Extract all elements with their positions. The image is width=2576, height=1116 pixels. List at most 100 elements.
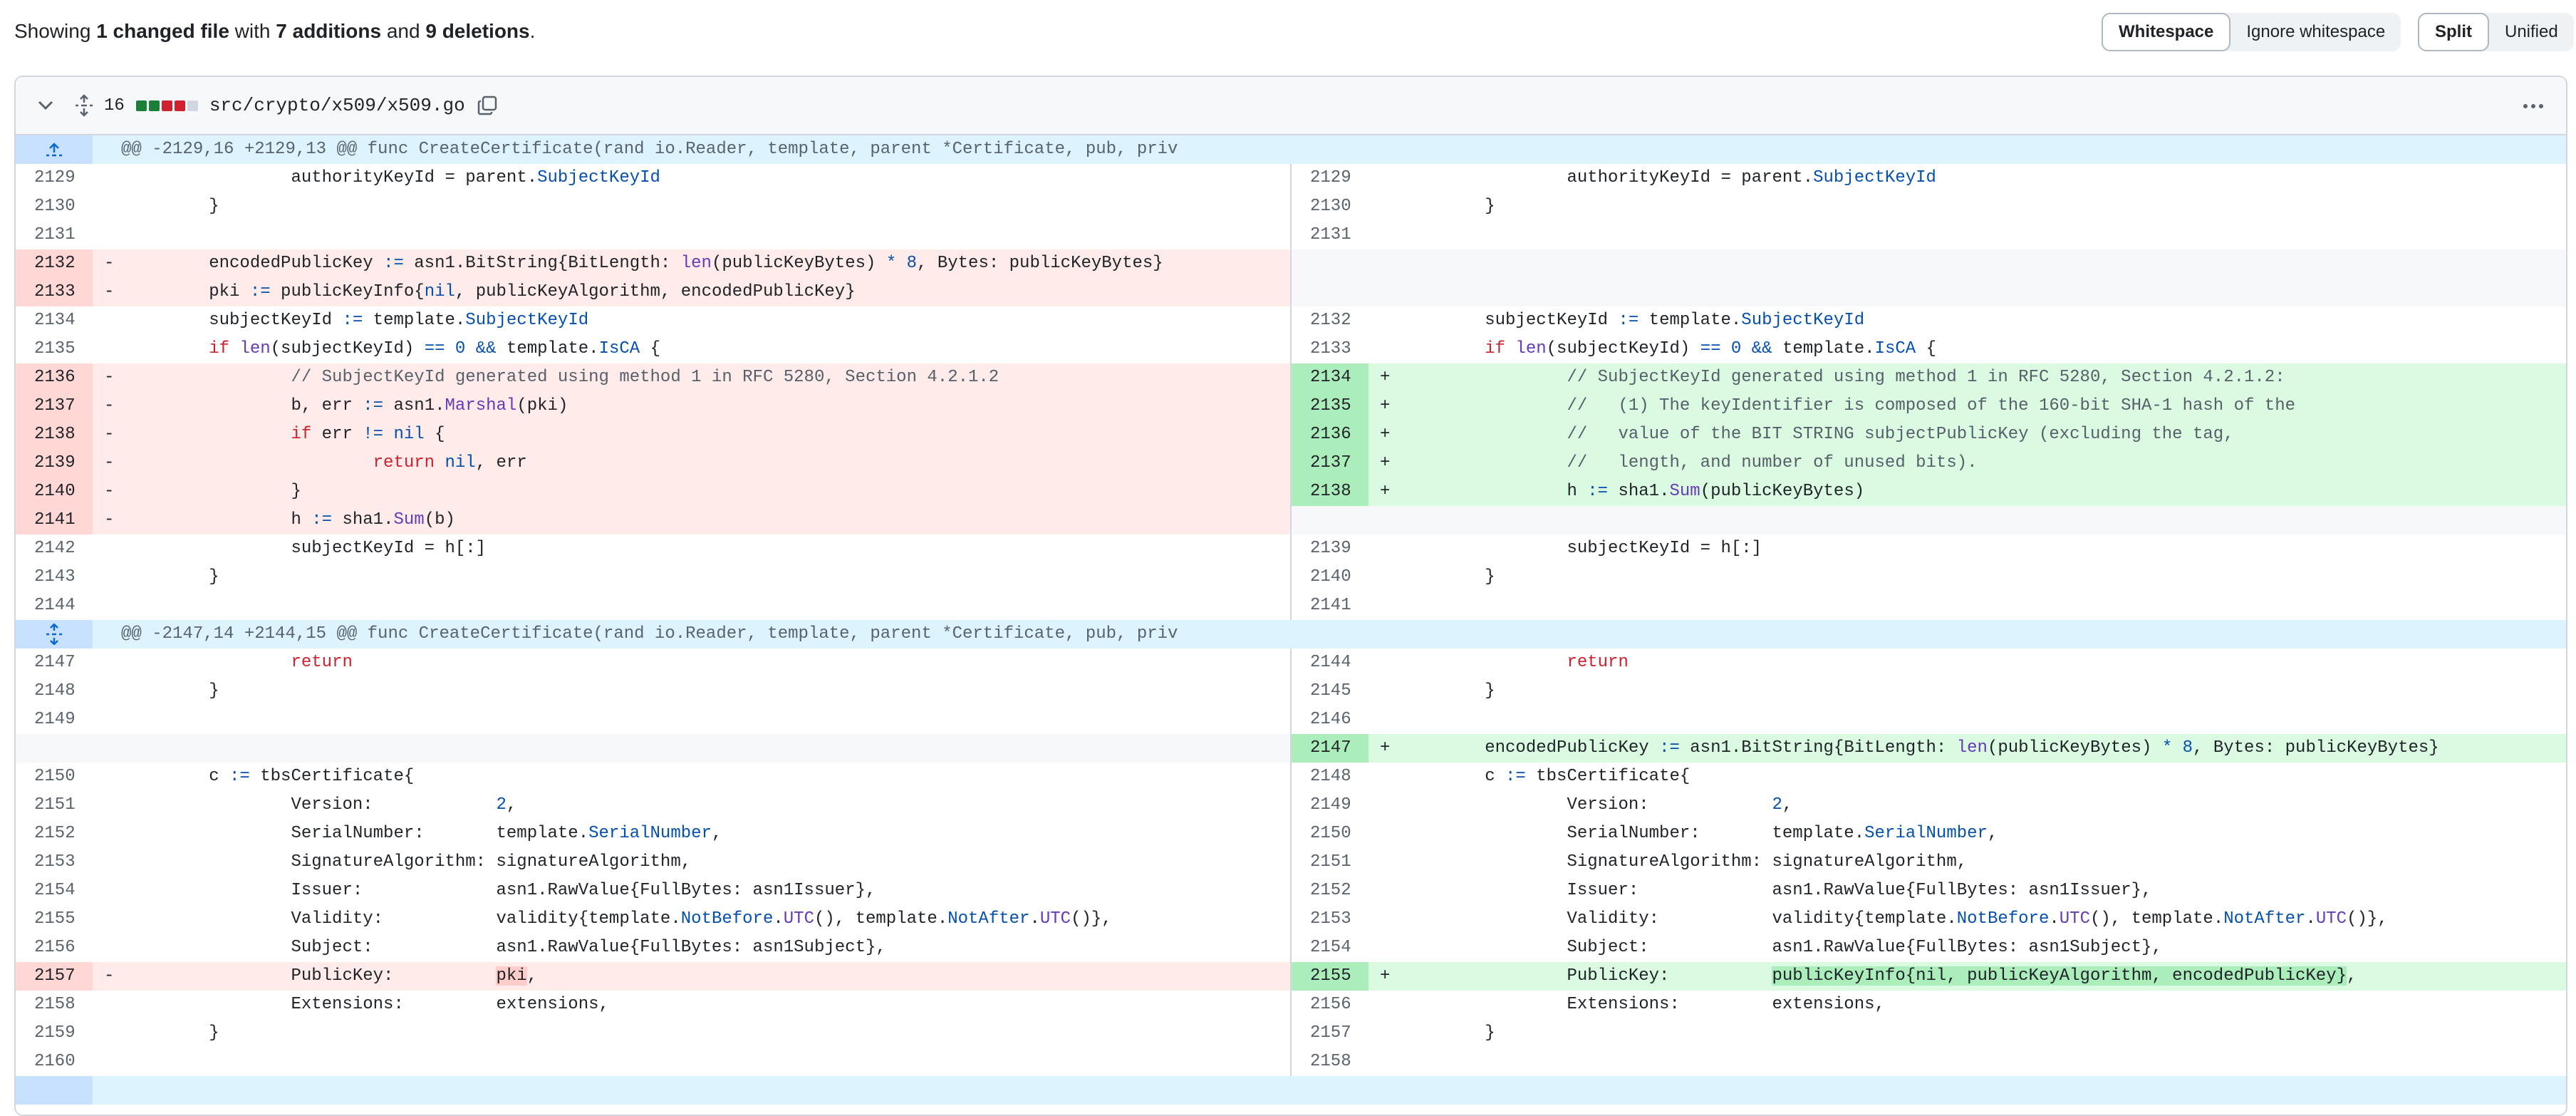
line-number[interactable]: 2143 [16, 563, 93, 591]
line-number[interactable]: 2130 [1292, 192, 1368, 221]
code-line: SerialNumber: template.SerialNumber, [1403, 824, 1998, 843]
hunk-header: @@ -2147,14 +2144,15 @@ func CreateCerti… [16, 620, 2566, 649]
code-line: subjectKeyId := template.SubjectKeyId [127, 311, 589, 330]
code-line: Version: 2, [1403, 795, 1793, 815]
line-number[interactable]: 2147 [16, 649, 93, 677]
line-number[interactable]: 2152 [16, 820, 93, 848]
line-number[interactable]: 2153 [16, 848, 93, 877]
line-number[interactable]: 2137 [1292, 449, 1368, 477]
line-number[interactable]: 2136 [16, 363, 93, 392]
line-number[interactable]: 2157 [1292, 1019, 1368, 1048]
line-number[interactable]: 2134 [16, 306, 93, 335]
line-number[interactable]: 2138 [1292, 477, 1368, 506]
split-view-button[interactable]: Split [2418, 13, 2489, 51]
code-line: // SubjectKeyId generated using method 1… [1403, 363, 2566, 392]
code-line: return [291, 653, 353, 672]
file-diff: 16 src/crypto/x509/x509.go @@ -2129,16 +… [14, 76, 2567, 1116]
line-number[interactable]: 2156 [1292, 991, 1368, 1019]
line-number[interactable]: 2147 [1292, 734, 1368, 763]
line-number[interactable]: 2157 [16, 962, 93, 991]
diff-row: 2159 } 2157 } [16, 1019, 2566, 1048]
line-number[interactable]: 2137 [16, 392, 93, 420]
code-line: Validity: validity{template.NotBefore.UT… [127, 909, 1112, 929]
line-number[interactable]: 2129 [16, 164, 93, 192]
diff-row: 2135 if len(subjectKeyId) == 0 && templa… [16, 335, 2566, 363]
unified-view-button[interactable]: Unified [2489, 13, 2574, 51]
hunk-header-text: @@ -2147,14 +2144,15 @@ func CreateCerti… [121, 624, 1178, 644]
summary-files: 1 changed file [96, 20, 229, 42]
line-number[interactable]: 2154 [16, 877, 93, 905]
whitespace-toggle: Whitespace Ignore whitespace [2102, 13, 2401, 51]
whitespace-button[interactable]: Whitespace [2102, 13, 2231, 51]
line-number[interactable]: 2151 [16, 791, 93, 820]
hunk-header-text: @@ -2129,16 +2129,13 @@ func CreateCerti… [121, 140, 1178, 159]
expand-all-icon[interactable] [74, 94, 94, 117]
line-number[interactable]: 2139 [1292, 534, 1368, 563]
line-number[interactable]: 2155 [1292, 962, 1368, 991]
line-number[interactable]: 2158 [1292, 1048, 1368, 1076]
kebab-menu-icon[interactable] [2522, 95, 2545, 117]
line-number[interactable]: 2130 [16, 192, 93, 221]
code-line: } [127, 477, 1290, 506]
line-number[interactable]: 2144 [1292, 649, 1368, 677]
code-line: // (1) The keyIdentifier is composed of … [1403, 392, 2566, 420]
line-number[interactable]: 2149 [1292, 791, 1368, 820]
diff-summary: Showing 1 changed file with 7 additions … [14, 19, 535, 44]
line-number[interactable]: 2150 [16, 763, 93, 791]
line-number[interactable]: 2140 [1292, 563, 1368, 591]
line-number[interactable]: 2131 [16, 221, 93, 249]
line-number[interactable]: 2134 [1292, 363, 1368, 392]
chevron-down-icon[interactable] [37, 97, 54, 114]
line-number[interactable]: 2153 [1292, 905, 1368, 934]
diff-row: 2136- // SubjectKeyId generated using me… [16, 363, 2566, 392]
line-number[interactable]: 2148 [1292, 763, 1368, 791]
line-number[interactable]: 2129 [1292, 164, 1368, 192]
line-number[interactable]: 2151 [1292, 848, 1368, 877]
view-toggle: Split Unified [2418, 13, 2574, 51]
line-number[interactable]: 2152 [1292, 877, 1368, 905]
ignore-whitespace-button[interactable]: Ignore whitespace [2230, 13, 2401, 51]
line-number[interactable]: 2154 [1292, 934, 1368, 962]
line-number[interactable]: 2160 [16, 1048, 93, 1076]
line-number[interactable]: 2158 [16, 991, 93, 1019]
line-number[interactable]: 2132 [1292, 306, 1368, 335]
expand-both-icon[interactable] [16, 620, 93, 649]
code-line: subjectKeyId = h[:] [1403, 539, 1762, 558]
code-line: h := sha1.Sum(publicKeyBytes) [1403, 477, 2566, 506]
line-number[interactable]: 2132 [16, 249, 93, 278]
line-number[interactable]: 2156 [16, 934, 93, 962]
line-number[interactable]: 2146 [1292, 706, 1368, 734]
line-number[interactable]: 2135 [16, 335, 93, 363]
diff-row: 2160 2158 [16, 1048, 2566, 1076]
line-number[interactable]: 2135 [1292, 392, 1368, 420]
line-number[interactable]: 2159 [16, 1019, 93, 1048]
code-line: Validity: validity{template.NotBefore.UT… [1403, 909, 2388, 929]
expand-down-icon[interactable] [16, 1076, 93, 1105]
copy-icon[interactable] [477, 95, 498, 116]
line-number[interactable]: 2141 [16, 506, 93, 534]
line-number[interactable]: 2136 [1292, 420, 1368, 449]
expand-up-icon[interactable] [16, 135, 93, 164]
line-number[interactable]: 2150 [1292, 820, 1368, 848]
file-header: 16 src/crypto/x509/x509.go [16, 77, 2566, 135]
diff-row: 2138- if err != nil {2136 + // value of t… [16, 420, 2566, 449]
line-number[interactable]: 2142 [16, 534, 93, 563]
line-number[interactable]: 2139 [16, 449, 93, 477]
line-number[interactable]: 2140 [16, 477, 93, 506]
line-number[interactable]: 2145 [1292, 677, 1368, 706]
code-line: Extensions: extensions, [127, 995, 609, 1014]
code-line: return nil, err [127, 449, 1290, 477]
code-line: pki := publicKeyInfo{nil, publicKeyAlgor… [127, 278, 1290, 306]
line-number[interactable]: 2133 [16, 278, 93, 306]
line-number[interactable]: 2148 [16, 677, 93, 706]
line-number[interactable]: 2131 [1292, 221, 1368, 249]
code-line: } [127, 197, 219, 216]
diff-row: 2154 Issuer: asn1.RawValue{FullBytes: as… [16, 877, 2566, 905]
line-number[interactable]: 2141 [1292, 591, 1368, 620]
line-number[interactable]: 2144 [16, 591, 93, 620]
line-number[interactable]: 2133 [1292, 335, 1368, 363]
line-number[interactable]: 2155 [16, 905, 93, 934]
file-name-link[interactable]: src/crypto/x509/x509.go [209, 95, 465, 116]
line-number[interactable]: 2138 [16, 420, 93, 449]
line-number[interactable]: 2149 [16, 706, 93, 734]
